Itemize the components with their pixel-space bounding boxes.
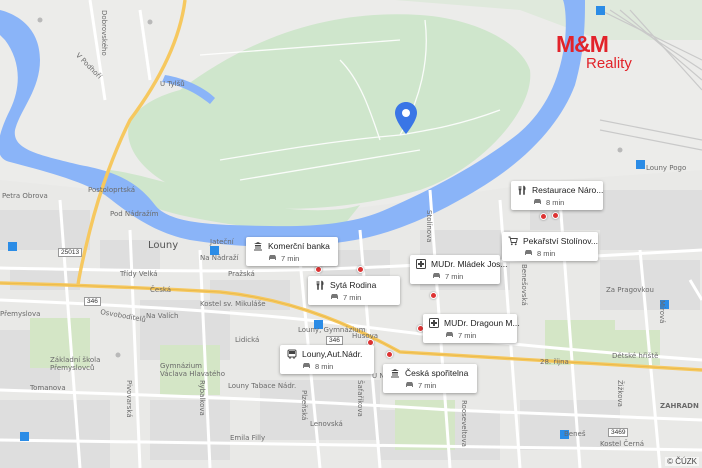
poi-card[interactable]: Česká spořitelna 7 min xyxy=(383,364,477,393)
poi-name: MUDr. Mládek Jos... xyxy=(431,258,508,269)
poi-pointer xyxy=(552,212,559,219)
poi-travel-time: 7 min xyxy=(458,331,477,340)
poi-name: Louny,Aut.Nádr. xyxy=(302,348,363,359)
street-label: Kostel Černá xyxy=(600,440,645,448)
street-label: Lenovská xyxy=(310,420,343,428)
poi-name: Sytá Rodina xyxy=(330,279,377,290)
brand-logo: M&M Reality xyxy=(556,32,638,80)
street-label: Pivovarská xyxy=(125,380,133,418)
street-label: Beneš xyxy=(564,430,586,438)
street-label: Stolínova xyxy=(425,210,433,243)
street-label: Dobrovského xyxy=(100,10,108,56)
street-label: Louny xyxy=(148,240,179,251)
route-number-badge: 346 xyxy=(84,297,101,306)
street-label: Třídy Velká xyxy=(120,270,158,278)
poi-card[interactable]: Sytá Rodina 7 min xyxy=(308,276,400,305)
car-icon xyxy=(445,331,454,340)
poi-travel-time: 8 min xyxy=(315,362,334,371)
poi-travel-time: 8 min xyxy=(537,249,556,258)
poi-name: Komerční banka xyxy=(268,240,330,251)
poi-pointer xyxy=(357,266,364,273)
street-label: Česká xyxy=(150,286,172,294)
car-icon xyxy=(432,272,441,281)
bus-icon xyxy=(286,348,297,359)
street-label: Šafaříkova xyxy=(356,380,364,417)
street-label: Jateční xyxy=(210,238,234,246)
poi-card[interactable]: Komerční banka 7 min xyxy=(246,237,338,266)
street-label: Tomanova xyxy=(30,384,66,392)
car-icon xyxy=(330,293,339,302)
poi-travel-time: 7 min xyxy=(343,293,362,302)
street-label: Emila Filly xyxy=(230,434,266,442)
shopping-cart-icon xyxy=(508,235,518,246)
street-label: Na Nádraží xyxy=(200,254,239,262)
street-label: Plzeňská xyxy=(300,390,308,421)
street-label: Základní škola Přemyslovců xyxy=(50,356,101,372)
car-icon xyxy=(268,254,277,263)
poi-travel-time: 7 min xyxy=(445,272,464,281)
poi-pointer xyxy=(540,213,547,220)
car-icon xyxy=(533,198,542,207)
poi-travel-time: 7 min xyxy=(281,254,300,263)
restaurant-icon xyxy=(517,184,527,195)
street-label: Žižkova xyxy=(616,380,624,407)
street-label: Postoloprtská xyxy=(88,186,136,194)
bank-icon xyxy=(252,240,263,251)
poi-pointer xyxy=(430,292,437,299)
street-label: Za Pragovkou xyxy=(606,286,654,294)
medical-icon xyxy=(429,317,439,328)
poi-name: MUDr. Dragoun M... xyxy=(444,317,520,328)
poi-card[interactable]: Restaurace Náro... 8 min xyxy=(511,181,603,210)
street-label: ZAHRADN xyxy=(660,402,699,410)
street-label: Mírová xyxy=(658,300,666,324)
poi-pointer xyxy=(386,351,393,358)
street-label: Louny Tabace Nádr. xyxy=(228,382,297,390)
poi-card[interactable]: MUDr. Mládek Jos... 7 min xyxy=(410,255,508,284)
car-icon xyxy=(302,362,311,371)
street-label: 28. října xyxy=(540,358,569,366)
street-label: Pod Nádražím xyxy=(110,210,159,218)
street-label: Kostel sv. Mikuláše xyxy=(200,300,266,308)
poi-name: Česká spořitelna xyxy=(405,367,469,378)
logo-brand-text: M&M xyxy=(556,31,609,57)
car-icon xyxy=(405,381,414,390)
medical-icon xyxy=(416,258,426,269)
street-label: Pražská xyxy=(228,270,255,278)
poi-travel-time: 8 min xyxy=(546,198,565,207)
street-label: Rybalkova xyxy=(198,380,206,416)
location-marker[interactable] xyxy=(394,101,418,135)
street-label: Louny, Gymnázium xyxy=(298,326,366,334)
poi-card[interactable]: Pekařství Stolínov... 8 min xyxy=(502,232,598,261)
poi-name: Pekařství Stolínov... xyxy=(523,235,598,246)
street-label: Dětské hřiště xyxy=(612,352,659,360)
map-pin-icon xyxy=(395,102,417,134)
map-copyright: © ČÚZK xyxy=(665,457,699,466)
street-label: Gymnázium Václava Hlavatého xyxy=(160,362,225,378)
route-number-badge: 25013 xyxy=(58,248,83,257)
poi-pointer xyxy=(315,266,322,273)
poi-card[interactable]: MUDr. Dragoun M... 7 min xyxy=(423,314,520,343)
route-number-badge: 3469 xyxy=(608,428,629,437)
street-label: Na Valích xyxy=(146,312,179,320)
street-label: Lidická xyxy=(235,336,260,344)
bank-icon xyxy=(389,367,400,378)
street-label: Rooseveltova xyxy=(460,400,468,447)
street-label: Petra Obrova xyxy=(2,192,48,200)
logo-sub-text: Reality xyxy=(586,55,632,72)
street-label: Benešovská xyxy=(520,264,528,306)
car-icon xyxy=(524,249,533,258)
street-label: Louny Pogo xyxy=(646,164,687,172)
poi-name: Restaurace Náro... xyxy=(532,184,604,195)
poi-travel-time: 7 min xyxy=(418,381,437,390)
poi-card[interactable]: Louny,Aut.Nádr. 8 min xyxy=(280,345,374,374)
street-label: Přemyslova xyxy=(0,310,41,318)
street-label: U Tylšů xyxy=(160,80,185,88)
restaurant-icon xyxy=(314,279,325,290)
route-number-badge: 346 xyxy=(326,336,343,345)
